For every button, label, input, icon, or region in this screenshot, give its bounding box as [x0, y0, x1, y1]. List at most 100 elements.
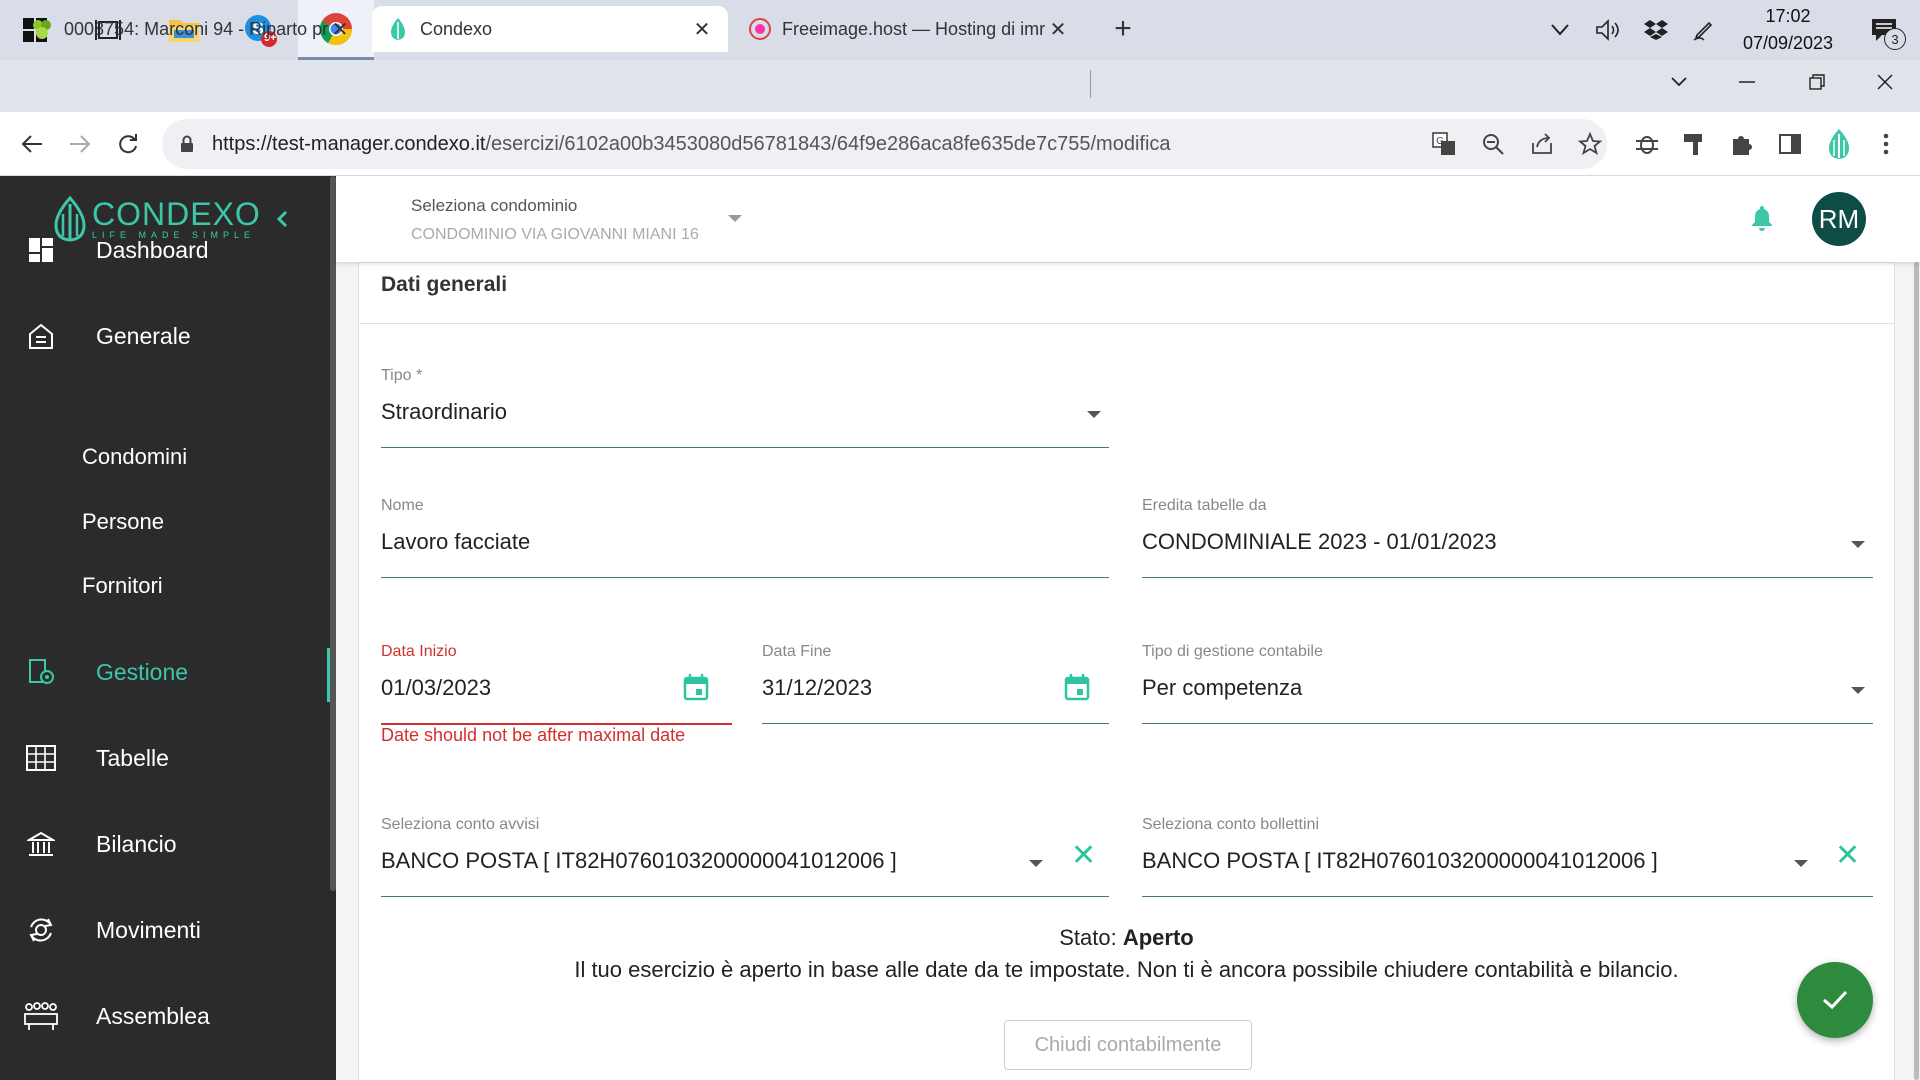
browser-tab-condexo[interactable]: Condexo ✕ [372, 6, 728, 52]
app-header: Seleziona condominio CONDOMINIO VIA GIOV… [336, 176, 1920, 262]
url-path: /esercizi/6102a00b3453080d56781843/64f9e… [485, 132, 1171, 155]
chiudi-contabilmente-button[interactable]: Chiudi contabilmente [1004, 1020, 1252, 1070]
user-avatar[interactable]: RM [1812, 192, 1866, 246]
url-host: https://test-manager.condexo.it [212, 132, 486, 155]
dropbox-button[interactable] [1632, 0, 1680, 60]
data-inizio-value: 01/03/2023 [381, 675, 492, 700]
browser-tab-freeimage[interactable]: Freeimage.host — Hosting di imr ✕ [734, 6, 1084, 52]
system-clock[interactable]: 17:02 07/09/2023 [1728, 3, 1848, 57]
data-fine-value: 31/12/2023 [762, 675, 873, 700]
translate-icon[interactable]: G [1429, 129, 1459, 159]
conto-avvisi-select[interactable]: Seleziona conto avvisi BANCO POSTA [ IT8… [381, 816, 1109, 898]
tab-title: Condexo [420, 18, 493, 39]
eredita-tabelle-label: Eredita tabelle da [1142, 497, 1267, 514]
zoom-icon[interactable] [1478, 129, 1508, 159]
conto-avvisi-label: Seleziona conto avvisi [381, 816, 540, 833]
pen-button[interactable] [1680, 0, 1728, 60]
nome-label: Nome [381, 497, 424, 514]
tipo-select[interactable]: Tipo * Straordinario [381, 367, 1109, 449]
data-fine-input[interactable]: Data Fine 31/12/2023 [762, 643, 1109, 725]
page-scrollbar-thumb[interactable] [1914, 262, 1919, 1080]
extensions-puzzle-icon[interactable] [1726, 128, 1758, 160]
sidebar-item-bilancio[interactable]: Bilancio [0, 814, 330, 874]
sidebar-item-dashboard[interactable]: Dashboard [0, 220, 330, 280]
sidebar-subitem-condomini[interactable]: Condomini [82, 444, 187, 470]
sidebar-item-movimenti[interactable]: Movimenti [0, 900, 330, 960]
table-icon [26, 745, 56, 771]
profile-condexo-icon[interactable] [1823, 128, 1855, 160]
lock-icon[interactable] [162, 135, 212, 153]
clear-conto-avvisi-icon[interactable]: ✕ [1071, 838, 1096, 873]
side-panel-icon[interactable] [1774, 128, 1806, 160]
sidebar-item-assemblea[interactable]: Assemblea [0, 986, 330, 1046]
bank-icon [27, 831, 55, 856]
sidebar-item-tabelle[interactable]: Tabelle [0, 728, 330, 788]
notifications-bell-icon[interactable] [1750, 204, 1774, 237]
show-hidden-icons-button[interactable] [1536, 0, 1584, 60]
section-divider [359, 323, 1894, 324]
clock-date: 07/09/2023 [1742, 33, 1834, 53]
reload-button[interactable] [106, 122, 150, 166]
gestione-icon [29, 659, 54, 684]
save-fab-button[interactable] [1797, 962, 1873, 1038]
minimize-window-button[interactable] [1713, 60, 1781, 104]
gestione-contabile-label: Tipo di gestione contabile [1142, 643, 1323, 660]
close-window-button[interactable] [1851, 60, 1919, 104]
data-inizio-input[interactable]: Data Inizio 01/03/2023 [381, 643, 732, 725]
page-scrollbar[interactable] [1913, 262, 1920, 1080]
section-title: Dati generali [381, 273, 508, 296]
address-bar[interactable]: https://test-manager.condexo.it/esercizi… [162, 119, 1607, 169]
meeting-icon [24, 1002, 58, 1030]
freeimage-favicon-icon [748, 17, 772, 41]
sidebar-subitem-fornitori[interactable]: Fornitori [82, 573, 163, 599]
condexo-favicon-icon [386, 17, 410, 41]
conto-bollettini-select[interactable]: Seleziona conto bollettini BANCO POSTA [… [1142, 816, 1873, 898]
clock-time: 17:02 [1765, 6, 1811, 26]
building-icon [29, 323, 53, 349]
sidebar-subitem-persone[interactable]: Persone [82, 509, 164, 535]
sidebar-item-label: Generale [96, 322, 191, 349]
forward-button[interactable] [58, 122, 102, 166]
dropdown-caret-icon [1087, 411, 1101, 418]
extension-hammer-icon[interactable] [1678, 128, 1710, 160]
volume-button[interactable] [1584, 0, 1632, 60]
sidebar-item-generale[interactable]: Generale [0, 306, 330, 366]
eredita-tabelle-select[interactable]: Eredita tabelle da CONDOMINIALE 2023 - 0… [1142, 497, 1873, 579]
share-icon[interactable] [1527, 129, 1557, 159]
browser-tab-mantis[interactable]: 0008754: Marconi 94 - Riparto pr ✕ [16, 6, 366, 52]
bookmark-star-icon[interactable] [1575, 129, 1605, 159]
tab-title: 0008754: Marconi 94 - Riparto pr [64, 18, 328, 39]
eredita-tabelle-value: CONDOMINIALE 2023 - 01/01/2023 [1142, 529, 1497, 554]
gestione-contabile-select[interactable]: Tipo di gestione contabile Per competenz… [1142, 643, 1873, 725]
tab-search-button[interactable] [1645, 60, 1713, 104]
chrome-menu-icon[interactable] [1870, 128, 1902, 160]
close-icon [1877, 74, 1893, 90]
volume-icon [1596, 19, 1619, 41]
conto-bollettini-label: Seleziona conto bollettini [1142, 816, 1320, 833]
dropdown-caret-icon [728, 210, 742, 228]
chevron-down-icon [1671, 77, 1687, 87]
clear-conto-bollettini-icon[interactable]: ✕ [1835, 838, 1860, 873]
nome-underline [381, 577, 1109, 578]
sidebar-item-label: Gestione [96, 658, 189, 685]
sidebar-item-label: Dashboard [96, 236, 209, 263]
conto-avvisi-value: BANCO POSTA [ IT82H076010320000004101200… [381, 848, 897, 873]
sidebar-item-label: Tabelle [96, 744, 169, 771]
close-tab-icon[interactable]: ✕ [1046, 17, 1070, 42]
notification-center-button[interactable]: 3 [1848, 0, 1920, 60]
condominio-selector-label: Seleziona condominio [411, 196, 578, 215]
restore-window-button[interactable] [1783, 60, 1851, 104]
close-tab-icon[interactable]: ✕ [328, 17, 352, 42]
arrow-right-icon [70, 135, 91, 153]
svg-text:G: G [1436, 136, 1444, 147]
sidebar-item-gestione[interactable]: Gestione [0, 642, 330, 702]
new-tab-button[interactable]: + [1100, 6, 1146, 52]
calendar-icon[interactable] [1064, 673, 1090, 706]
data-fine-underline [762, 723, 1109, 724]
calendar-icon[interactable] [683, 673, 709, 706]
extension-bug-icon[interactable] [1631, 128, 1663, 160]
back-button[interactable] [10, 122, 54, 166]
main-content: Dati generali Tipo * Straordinario Nome … [336, 262, 1920, 1080]
close-tab-icon[interactable]: ✕ [690, 17, 714, 42]
nome-input[interactable]: Nome Lavoro facciate [381, 497, 1109, 579]
